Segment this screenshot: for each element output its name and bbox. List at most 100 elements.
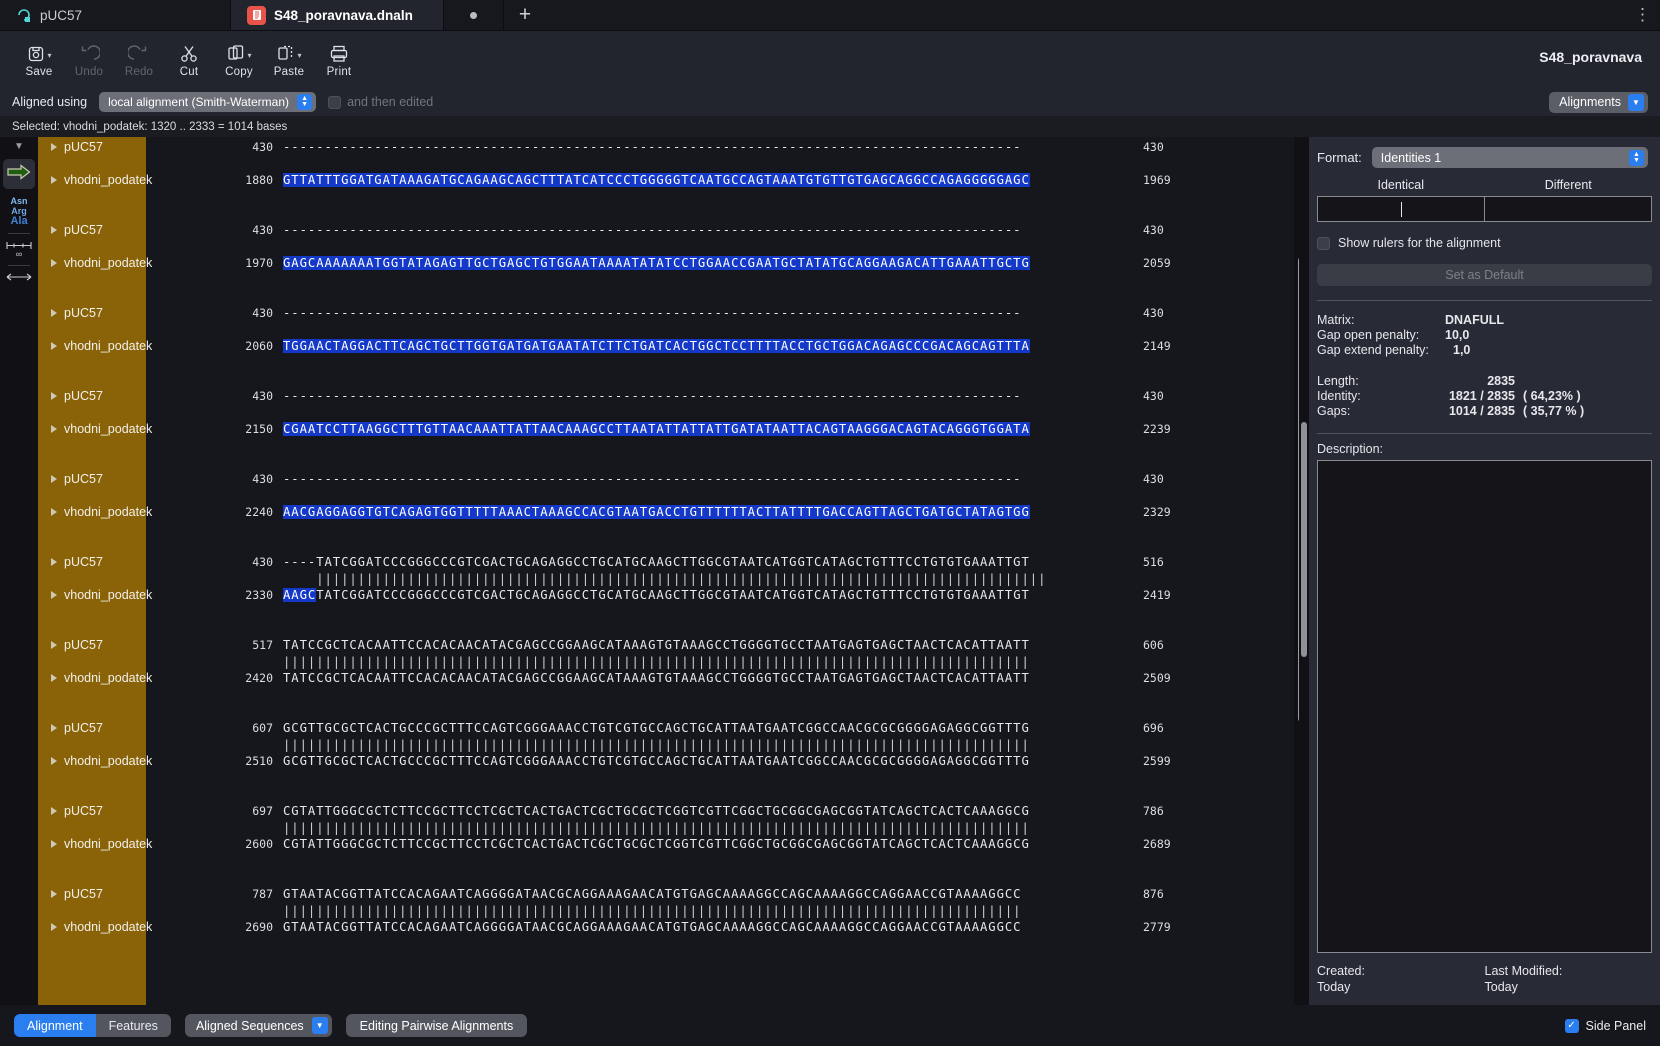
side-panel-scrollbar[interactable] <box>1301 422 1307 657</box>
alignment-row-bottom[interactable]: vhodni_podatek 1880 GTTATTTGGATGATAAAGATGC… <box>38 170 1308 190</box>
sequence-name-cell[interactable]: pUC57 <box>38 223 146 237</box>
disclosure-triangle-icon[interactable] <box>51 558 57 566</box>
alignment-row-top[interactable]: pUC57 430 ----TATCGGATCCCGGGCCCGTCGACTGCAG… <box>38 552 1308 572</box>
alignment-row-top[interactable]: pUC57 787 GTAATACGGTTATCCACAGAATCAGGGGATAA… <box>38 884 1308 904</box>
paste-button[interactable]: ▾ Paste <box>264 42 314 78</box>
sequence-name-cell[interactable]: vhodni_podatek <box>38 754 152 768</box>
disclosure-triangle-icon[interactable] <box>51 143 57 151</box>
scale-arrow-icon[interactable] <box>6 273 32 282</box>
different-input[interactable] <box>1484 196 1652 222</box>
disclosure-triangle-icon[interactable] <box>51 342 57 350</box>
set-as-default-button[interactable]: Set as Default <box>1317 264 1652 286</box>
chevron-down-icon[interactable]: ▾ <box>47 51 51 60</box>
undo-button[interactable]: Undo <box>64 42 114 78</box>
disclosure-triangle-icon[interactable] <box>51 724 57 732</box>
tab-alignment[interactable]: Alignment <box>14 1014 96 1037</box>
sequence-text[interactable]: ----------------------------------------… <box>283 140 1021 154</box>
sequence-name-cell[interactable]: pUC57 <box>38 140 146 154</box>
sequence-text[interactable]: ----------------------------------------… <box>283 306 1021 320</box>
tab-puc57[interactable]: pUC57 <box>0 0 231 30</box>
disclosure-triangle-icon[interactable] <box>51 259 57 267</box>
alignment-row-top[interactable]: pUC57 430 --------------------------------… <box>38 469 1308 489</box>
alignment-row-bottom[interactable]: vhodni_podatek 2420 TATCCGCTCACAATTCCACACA… <box>38 668 1308 688</box>
alignment-row-top[interactable]: pUC57 430 --------------------------------… <box>38 303 1308 323</box>
tab-s48-poravnava[interactable]: S48_poravnava.dnaln <box>231 0 444 30</box>
sequence-name-cell[interactable]: vhodni_podatek <box>38 422 152 436</box>
disclosure-triangle-icon[interactable] <box>51 757 57 765</box>
alignment-row-bottom[interactable]: vhodni_podatek 2240 AACGAGGAGGTGTCAGAGTGGT… <box>38 502 1308 522</box>
disclosure-triangle-icon[interactable] <box>51 392 57 400</box>
sequence-name-cell[interactable]: vhodni_podatek <box>38 173 152 187</box>
alignment-row-bottom[interactable]: vhodni_podatek 2060 TGGAACTAGGACTTCAGCTGCT… <box>38 336 1308 356</box>
alignments-button[interactable]: Alignments ▼ <box>1549 91 1648 113</box>
alignment-row-bottom[interactable]: vhodni_podatek 2510 GCGTTGCGCTCACTGCCCGCTT… <box>38 751 1308 771</box>
save-button[interactable]: ▾ Save <box>14 42 64 78</box>
disclosure-triangle-icon[interactable] <box>51 641 57 649</box>
disclosure-triangle-icon[interactable] <box>51 923 57 931</box>
infinity-ruler-icon[interactable]: ∞ <box>6 241 32 259</box>
alignment-row-bottom[interactable]: vhodni_podatek 2690 GTAATACGGTTATCCACAGAAT… <box>38 917 1308 937</box>
codon-translation-indicator[interactable]: Asn Arg Ala <box>10 196 27 227</box>
alignment-row-top[interactable]: pUC57 430 --------------------------------… <box>38 386 1308 406</box>
sequence-text[interactable]: AACGAGGAGGTGTCAGAGTGGTTTTTAAACTAAAGCCACG… <box>283 505 1030 519</box>
alignment-row-bottom[interactable]: vhodni_podatek 2330 AAGCTATCGGATCCCGGGCCCG… <box>38 585 1308 605</box>
description-textarea[interactable] <box>1317 460 1652 953</box>
new-tab-button[interactable]: + <box>504 0 546 30</box>
alignment-row-bottom[interactable]: vhodni_podatek 2150 CGAATCCTTAAGGCTTTGTTAA… <box>38 419 1308 439</box>
stepper-icon[interactable]: ▲ ▼ <box>1629 149 1644 166</box>
editing-pairwise-alignments-button[interactable]: Editing Pairwise Alignments <box>345 1014 528 1037</box>
sequence-text[interactable]: GTTATTTGGATGATAAAGATGCAGAAGCAGCTTTATCATC… <box>283 173 1030 187</box>
side-panel-toggle[interactable]: ✓ Side Panel <box>1564 1018 1646 1033</box>
sequence-text[interactable]: CGAATCCTTAAGGCTTTGTTAACAAATTATTAACAAAGCC… <box>283 422 1030 436</box>
sequence-text[interactable]: TATCCGCTCACAATTCCACACAACATACGAGCCGGAAGCA… <box>283 671 1030 685</box>
alignment-row-top[interactable]: pUC57 697 CGTATTGGGCGCTCTTCCGCTTCCTCGCTCAC… <box>38 801 1308 821</box>
sequence-text[interactable]: ----TATCGGATCCCGGGCCCGTCGACTGCAGAGGCCTGC… <box>283 555 1030 569</box>
tab-features[interactable]: Features <box>95 1014 171 1037</box>
print-button[interactable]: Print <box>314 42 364 78</box>
disclosure-triangle-icon[interactable] <box>51 176 57 184</box>
alignment-row-bottom[interactable]: vhodni_podatek 1970 GAGCAAAAAAATGGTATAGAGT… <box>38 253 1308 273</box>
collapse-caret-icon[interactable]: ▼ <box>14 141 24 152</box>
sequence-name-cell[interactable]: pUC57 <box>38 389 146 403</box>
disclosure-triangle-icon[interactable] <box>51 475 57 483</box>
alignment-row-bottom[interactable]: vhodni_podatek 2600 CGTATTGGGCGCTCTTCCGCTT… <box>38 834 1308 854</box>
sequence-name-cell[interactable]: vhodni_podatek <box>38 505 152 519</box>
stepper-icon[interactable]: ▲ ▼ <box>297 94 313 110</box>
sequence-name-cell[interactable]: vhodni_podatek <box>38 920 152 934</box>
sequence-text[interactable]: TATCCGCTCACAATTCCACACAACATACGAGCCGGAAGCA… <box>283 638 1030 652</box>
alignment-row-top[interactable]: pUC57 607 GCGTTGCGCTCACTGCCCGCTTTCCAGTCGGG… <box>38 718 1308 738</box>
sequence-text[interactable]: ----------------------------------------… <box>283 472 1021 486</box>
disclosure-triangle-icon[interactable] <box>51 840 57 848</box>
sequence-text[interactable]: TGGAACTAGGACTTCAGCTGCTTGGTGATGATGAATATCT… <box>283 339 1030 353</box>
show-rulers-checkbox[interactable]: Show rulers for the alignment <box>1309 222 1660 250</box>
sequence-name-cell[interactable]: pUC57 <box>38 887 146 901</box>
sequence-name-cell[interactable]: pUC57 <box>38 555 146 569</box>
copy-button[interactable]: ▾ Copy <box>214 42 264 78</box>
alignment-method-select[interactable]: local alignment (Smith-Waterman) ▲ ▼ <box>99 92 317 112</box>
sequence-name-cell[interactable]: pUC57 <box>38 306 146 320</box>
chevron-down-icon[interactable]: ▾ <box>297 51 301 60</box>
alignment-row-top[interactable]: pUC57 430 --------------------------------… <box>38 137 1308 157</box>
alignment-viewport[interactable]: pUC57 430 --------------------------------… <box>38 137 1308 1005</box>
sequence-text[interactable]: CGTATTGGGCGCTCTTCCGCTTCCTCGCTCACTGACTCGC… <box>283 804 1030 818</box>
redo-button[interactable]: Redo <box>114 42 164 78</box>
sequence-text[interactable]: GCGTTGCGCTCACTGCCCGCTTTCCAGTCGGGAAACCTGT… <box>283 754 1030 768</box>
sequence-text[interactable]: ----------------------------------------… <box>283 223 1021 237</box>
disclosure-triangle-icon[interactable] <box>51 425 57 433</box>
sequence-name-cell[interactable]: pUC57 <box>38 804 146 818</box>
sequence-name-cell[interactable]: vhodni_podatek <box>38 588 152 602</box>
format-select[interactable]: Identities 1 ▲ ▼ <box>1371 147 1648 168</box>
sequence-text[interactable]: GTAATACGGTTATCCACAGAATCAGGGGATAACGCAGGAA… <box>283 887 1021 901</box>
sequence-name-cell[interactable]: vhodni_podatek <box>38 837 152 851</box>
disclosure-triangle-icon[interactable] <box>51 807 57 815</box>
sequence-text[interactable]: GCGTTGCGCTCACTGCCCGCTTTCCAGTCGGGAAACCTGT… <box>283 721 1030 735</box>
disclosure-triangle-icon[interactable] <box>51 674 57 682</box>
disclosure-triangle-icon[interactable] <box>51 890 57 898</box>
sequence-text[interactable]: GTAATACGGTTATCCACAGAATCAGGGGATAACGCAGGAA… <box>283 920 1021 934</box>
cut-button[interactable]: Cut <box>164 42 214 78</box>
disclosure-triangle-icon[interactable] <box>51 591 57 599</box>
disclosure-triangle-icon[interactable] <box>51 508 57 516</box>
translation-direction-button[interactable] <box>3 159 35 189</box>
disclosure-triangle-icon[interactable] <box>51 309 57 317</box>
identical-input[interactable] <box>1317 196 1484 222</box>
